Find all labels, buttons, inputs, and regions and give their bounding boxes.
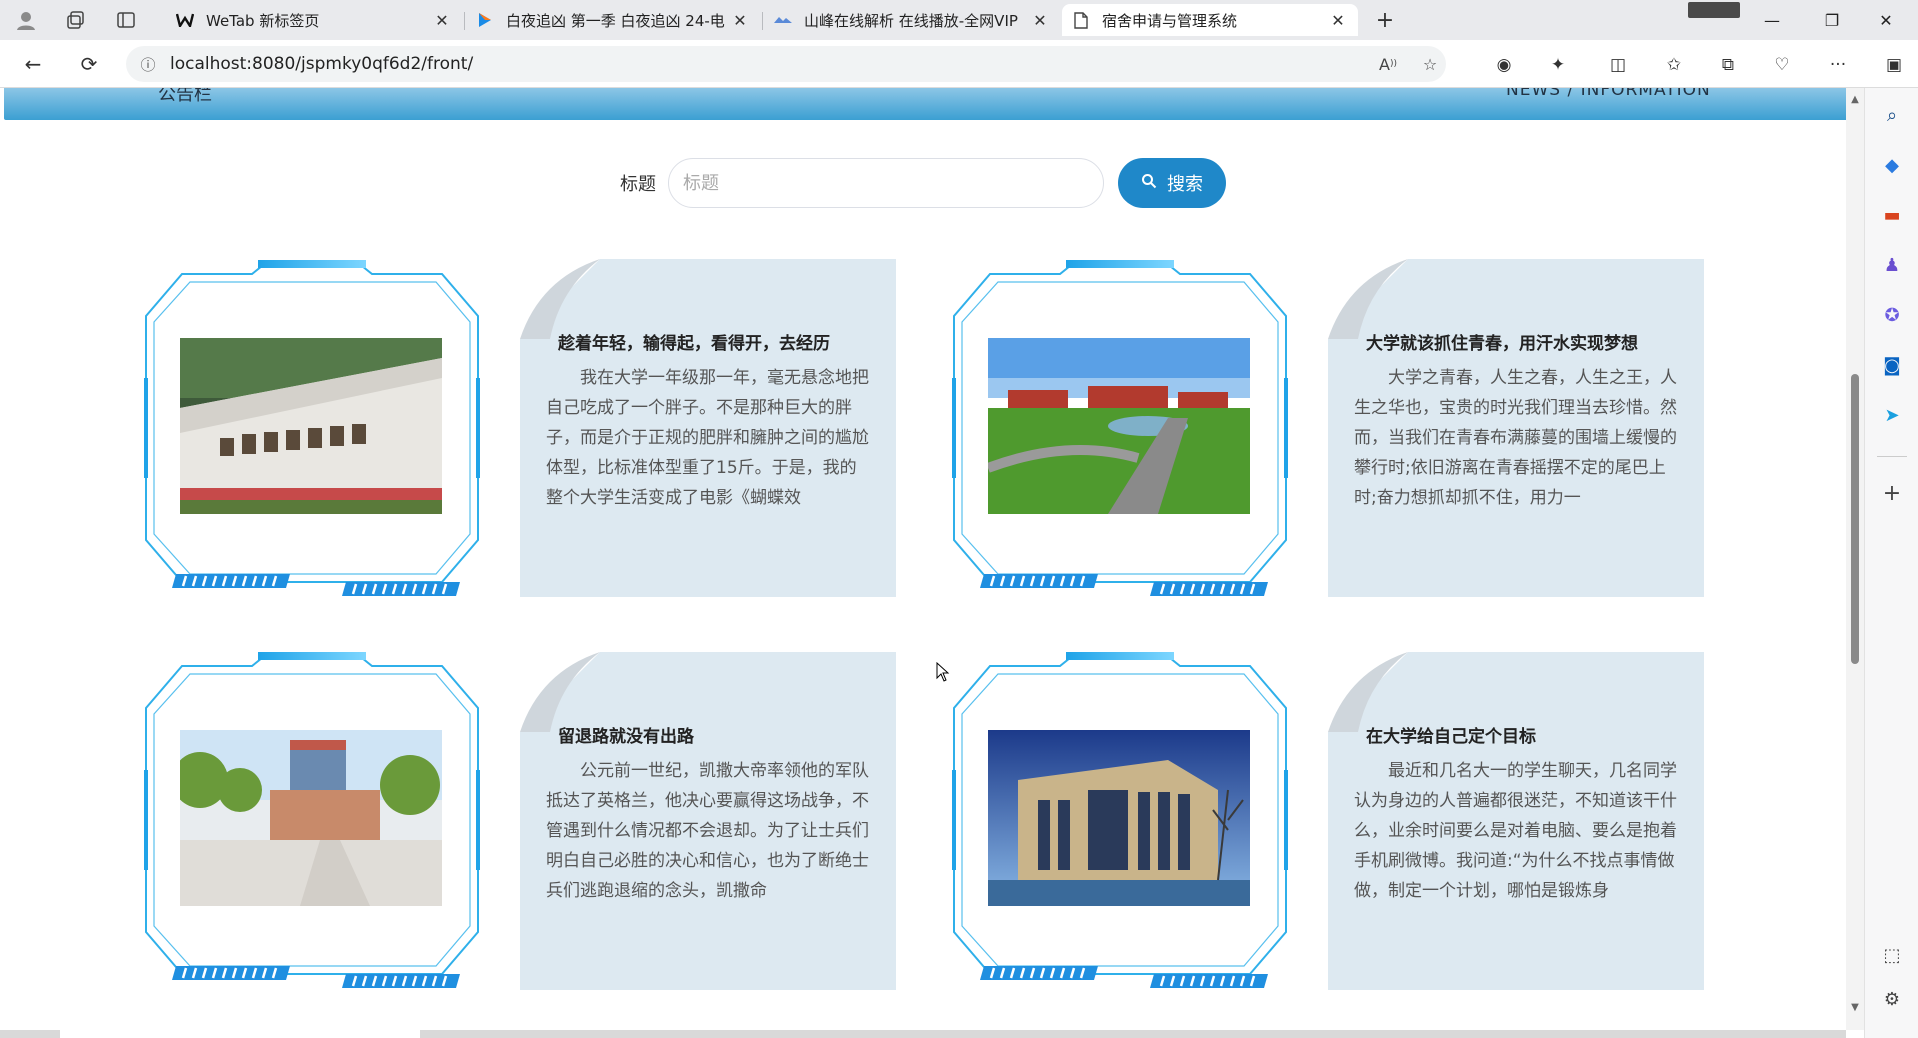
divider (1877, 456, 1907, 457)
section-title: 公告栏 (158, 88, 212, 105)
profile-icon[interactable] (12, 6, 40, 34)
page-curl-icon (520, 652, 600, 732)
scroll-down-icon[interactable]: ▼ (1848, 1002, 1862, 1016)
close-window-icon[interactable]: ✕ (1866, 6, 1906, 34)
site-info-icon[interactable]: ⓘ (126, 54, 170, 75)
news-card[interactable]: 在大学给自己定个目标 最近和几名大一的学生聊天，几名同学认为身边的人普遍都很迷茫… (1328, 652, 1704, 990)
news-excerpt: 大学之青春，人生之春，人生之王，人生之华也，宝贵的时光我们理当去珍惜。然而，当我… (1354, 368, 1677, 508)
news-card[interactable]: 趁着年轻，输得起，看得开，去经历 我在大学一年级那一年，毫无悬念地把自己吃成了一… (520, 259, 896, 597)
tab-baiyezhuixiong[interactable]: 白夜追凶 第一季 白夜追凶 24-电 ✕ (466, 4, 760, 36)
minimize-icon[interactable]: — (1752, 6, 1792, 34)
sidebar-toggle-icon[interactable]: ▣ (1880, 52, 1908, 78)
add-icon[interactable]: + (1877, 478, 1907, 508)
address-bar: ← ⟳ ⓘ localhost:8080/jspmky0qf6d2/front/… (0, 40, 1918, 88)
favorites-icon[interactable]: ✩ (1660, 52, 1688, 78)
news-title[interactable]: 大学就该抓住青春，用汗水实现梦想 (1366, 329, 1638, 354)
extensions-puzzle-icon[interactable]: ✦ (1544, 52, 1572, 78)
mouse-cursor-icon (936, 662, 950, 682)
restore-icon[interactable]: ❐ (1812, 6, 1852, 34)
new-tab-button[interactable]: + (1370, 6, 1400, 34)
settings-gear-icon[interactable]: ⚙ (1877, 984, 1907, 1014)
news-card[interactable]: 留退路就没有出路 公元前一世纪，凯撒大帝率领他的军队抵达了英格兰，他决心要赢得这… (520, 652, 896, 990)
campus-aerial-photo[interactable] (988, 338, 1250, 514)
tab-divider (464, 12, 465, 30)
tab-dorm-system[interactable]: 宿舍申请与管理系统 ✕ (1062, 4, 1358, 36)
screenshot-icon[interactable]: ⬚ (1877, 940, 1907, 970)
search-icon (1141, 173, 1157, 193)
favorite-star-icon[interactable]: ☆ (1416, 52, 1444, 76)
search-icon[interactable]: ⌕ (1877, 100, 1907, 130)
edge-sidebar: ⌕ ◆ ▬ ♟ ✪ ◙ ➤ + ⬚ ⚙ (1864, 88, 1918, 1038)
tab-shanfeng[interactable]: 山峰在线解析 在线播放-全网VIP ✕ (764, 4, 1060, 36)
news-excerpt: 最近和几名大一的学生聊天，几名同学认为身边的人普遍都很迷茫，不知道该干什么，业余… (1354, 761, 1677, 901)
window-thumbnail (1688, 2, 1740, 18)
play-icon (476, 11, 494, 29)
url-text: localhost:8080/jspmky0qf6d2/front/ (170, 54, 474, 74)
read-aloud-icon[interactable]: A)) (1374, 52, 1402, 76)
outlook-icon[interactable]: ◙ (1877, 350, 1907, 380)
page-icon (1072, 11, 1090, 29)
close-icon[interactable]: ✕ (432, 11, 452, 30)
news-image-frame (948, 258, 1292, 598)
search-form: 标题 搜索 (620, 158, 1226, 208)
page-curl-icon (1328, 259, 1408, 339)
news-card[interactable]: 大学就该抓住青春，用汗水实现梦想 大学之青春，人生之春，人生之王，人生之华也，宝… (1328, 259, 1704, 597)
health-icon[interactable]: ♡ (1768, 52, 1796, 78)
news-image-frame (948, 650, 1292, 990)
tab-actions-icon[interactable] (112, 6, 140, 34)
tab-bar: WeTab 新标签页 ✕ 白夜追凶 第一季 白夜追凶 24-电 ✕ 山峰在线解析… (0, 0, 1918, 40)
tools-icon[interactable]: ▬ (1877, 200, 1907, 230)
tab-title: WeTab 新标签页 (206, 11, 320, 30)
search-button-label: 搜索 (1167, 174, 1203, 195)
horizontal-scrollbar[interactable] (0, 1030, 1846, 1038)
back-icon[interactable]: ← (18, 50, 48, 78)
collections-toolbar-icon[interactable]: ⧉ (1714, 52, 1742, 78)
news-image-frame (140, 258, 484, 598)
news-title[interactable]: 留退路就没有出路 (558, 722, 694, 747)
scroll-thumb[interactable] (1851, 374, 1859, 664)
search-input[interactable] (668, 158, 1104, 208)
close-icon[interactable]: ✕ (1030, 11, 1050, 30)
extension-icon[interactable]: ◉ (1490, 52, 1518, 78)
collections-icon[interactable] (62, 6, 90, 34)
tab-title: 白夜追凶 第一季 白夜追凶 24-电 (506, 11, 725, 30)
search-button[interactable]: 搜索 (1118, 158, 1226, 208)
send-icon[interactable]: ➤ (1877, 400, 1907, 430)
news-title[interactable]: 在大学给自己定个目标 (1366, 722, 1536, 747)
campus-building-photo[interactable] (180, 730, 442, 906)
news-title[interactable]: 趁着年轻，输得起，看得开，去经历 (558, 329, 830, 354)
section-subtitle: NEWS / INFORMATION (1506, 88, 1711, 100)
news-excerpt: 公元前一世纪，凯撒大帝率领他的军队抵达了英格兰，他决心要赢得这场战争，不管遇到什… (546, 761, 869, 901)
section-header-band: 公告栏 NEWS / INFORMATION (4, 88, 1846, 120)
tab-divider (762, 12, 763, 30)
news-excerpt: 我在大学一年级那一年，毫无悬念地把自己吃成了一个胖子。不是那种巨大的胖子，而是介… (546, 368, 869, 508)
search-label: 标题 (620, 174, 656, 195)
shanfeng-icon (774, 11, 792, 29)
games-icon[interactable]: ♟ (1877, 250, 1907, 280)
page-curl-icon (520, 259, 600, 339)
refresh-icon[interactable]: ⟳ (74, 50, 104, 78)
tab-title: 宿舍申请与管理系统 (1102, 11, 1238, 30)
close-icon[interactable]: ✕ (1328, 11, 1348, 30)
page-curl-icon (1328, 652, 1408, 732)
url-field[interactable]: ⓘ localhost:8080/jspmky0qf6d2/front/ A))… (126, 46, 1446, 82)
split-screen-icon[interactable]: ◫ (1604, 52, 1632, 78)
shopping-tag-icon[interactable]: ◆ (1877, 150, 1907, 180)
close-icon[interactable]: ✕ (730, 11, 750, 30)
tab-title: 山峰在线解析 在线播放-全网VIP (804, 11, 1018, 30)
campus-gate-photo[interactable] (180, 338, 442, 514)
scroll-thumb-horizontal[interactable] (60, 1030, 420, 1038)
library-building-photo[interactable] (988, 730, 1250, 906)
news-image-frame (140, 650, 484, 990)
wetab-icon (176, 11, 194, 29)
copilot-icon[interactable]: ✪ (1877, 300, 1907, 330)
more-menu-icon[interactable]: ··· (1824, 52, 1852, 78)
scroll-up-icon[interactable]: ▲ (1848, 94, 1862, 108)
tab-wetab[interactable]: WeTab 新标签页 ✕ (166, 4, 462, 36)
vertical-scrollbar[interactable]: ▲ ▼ (1846, 88, 1864, 1030)
